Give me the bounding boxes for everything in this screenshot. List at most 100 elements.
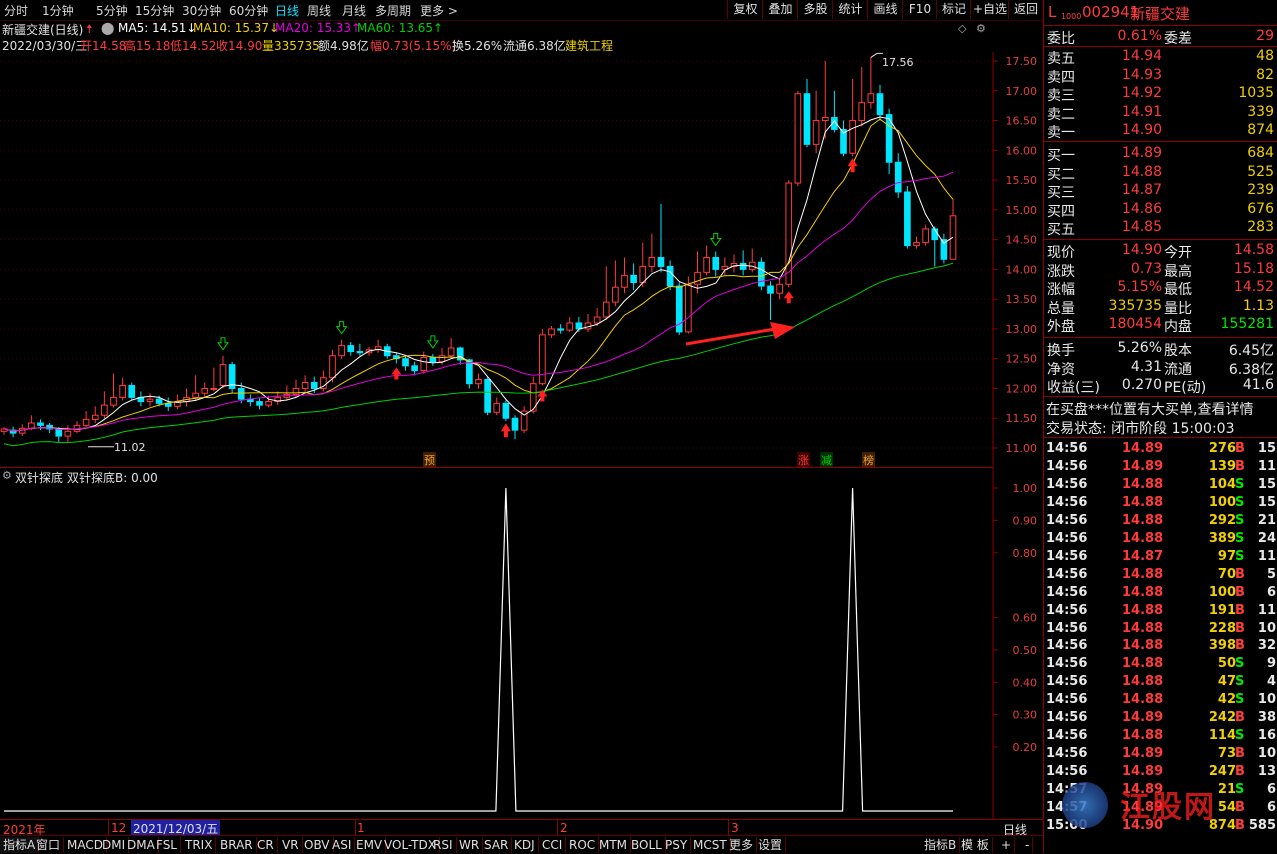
ask-price: 14.92 (1121, 85, 1162, 102)
tick-time: 14:56 (1046, 620, 1088, 636)
tab-rsi[interactable]: RSI (430, 837, 457, 853)
candle-body (894, 161, 902, 193)
tick-price: 14.88 (1122, 638, 1164, 654)
fundamental-row: 收益(三) 0.270 PE(动) 41.6 (1044, 377, 1277, 397)
period-multi[interactable]: 多周期 (375, 2, 411, 19)
tick-count: 32 (1257, 638, 1276, 654)
tick-count: 585 (1248, 817, 1276, 833)
tick-price: 14.88 (1122, 692, 1164, 708)
tab-mtm[interactable]: MTM (596, 837, 632, 853)
tab-wr[interactable]: WR (456, 837, 484, 853)
tick-row: 14:56 14.88 104 S 15 (1044, 476, 1277, 494)
period-30min[interactable]: 30分钟 (182, 2, 221, 19)
zoom-out-button[interactable]: - (1022, 837, 1034, 853)
tick-price: 14.88 (1122, 602, 1164, 618)
candle-body (128, 384, 136, 398)
date-axis-feb: 2 (560, 821, 568, 835)
fund-label: 收益(三) (1047, 380, 1100, 397)
period-fenshi[interactable]: 分时 (4, 2, 28, 19)
pin-icon[interactable]: ◇ (958, 22, 966, 35)
candle-body (703, 256, 710, 273)
candle-body (502, 402, 510, 419)
tick-volume: 389 (1208, 530, 1236, 546)
tab-window[interactable]: 窗口 (33, 837, 65, 853)
fund-value-2: 6.38亿 (1228, 361, 1274, 378)
ask-price: 14.90 (1121, 122, 1162, 139)
tab-更多[interactable]: 更多 (726, 837, 758, 853)
multi-stock-button[interactable]: 多股 (797, 0, 833, 19)
period-weekly[interactable]: 周线 (307, 2, 331, 19)
candlestick-chart[interactable]: 17.50 17.00 16.50 16.00 15.50 15.00 14.50 14.00… (0, 52, 1043, 467)
weicha-value: 29 (1256, 28, 1274, 44)
tab-brar[interactable]: BRAR (217, 837, 257, 853)
event-tag-reduce[interactable]: 减 (820, 452, 833, 468)
tab-trix[interactable]: TRIX (182, 837, 217, 853)
tick-row: 14:56 14.89 276 B 15 (1044, 440, 1277, 458)
candle-body (630, 274, 637, 283)
add-watchlist-button[interactable]: +自选 (970, 0, 1009, 19)
candle-body (812, 120, 820, 145)
quote-label: 总量 (1047, 300, 1075, 317)
tab-roc[interactable]: ROC (566, 837, 600, 853)
quote-value-2: 14.58 (1233, 242, 1274, 258)
mark-button[interactable]: 标记 (936, 0, 971, 19)
candle-body (858, 102, 866, 122)
bid-label: 买一 (1047, 148, 1075, 164)
tab-vr[interactable]: VR (279, 837, 303, 853)
period-5min[interactable]: 5分钟 (96, 2, 128, 19)
overlay-button[interactable]: 叠加 (762, 0, 798, 19)
bid-row: 买二 14.88 525 (1044, 163, 1277, 183)
tab-indicator-b[interactable]: 指标B (921, 837, 961, 853)
tab-asi[interactable]: ASI (329, 837, 356, 853)
candle-body (64, 430, 72, 437)
tab-cci[interactable]: CCI (539, 837, 567, 853)
period-more[interactable]: 更多 > (420, 2, 458, 19)
period-monthly[interactable]: 月线 (342, 2, 366, 19)
tick-volume: 247 (1208, 764, 1236, 780)
fund-value: 5.26% (1117, 340, 1162, 356)
settings-icon[interactable]: ⚙ (976, 22, 986, 35)
big-order-notice[interactable]: 在买盘***位置有大买单,查看详情 (1046, 399, 1253, 419)
tick-count: 13 (1257, 764, 1276, 780)
bid-label: 买二 (1047, 166, 1075, 183)
tick-time: 14:56 (1046, 441, 1088, 456)
tick-count: 11 (1257, 602, 1276, 618)
tab-fsl[interactable]: FSL (153, 837, 181, 853)
tab-cr[interactable]: CR (254, 837, 278, 853)
f10-button[interactable]: F10 (902, 0, 937, 19)
candle-body (776, 283, 783, 294)
tab-psy[interactable]: PSY (662, 837, 692, 853)
tab-mcst[interactable]: MCST (690, 837, 731, 853)
dropdown-icon[interactable]: ⬤ (101, 21, 114, 35)
date-axis-dec: 12 (111, 821, 127, 835)
draw-line-button[interactable]: 画线 (867, 0, 903, 19)
event-tag-forecast[interactable]: 预 (423, 452, 436, 468)
tab-kdj[interactable]: KDJ (511, 837, 539, 853)
bid-price: 14.88 (1121, 163, 1162, 180)
tab-template[interactable]: 模 板 (958, 837, 993, 853)
period-15min[interactable]: 15分钟 (135, 2, 174, 19)
event-tag-list[interactable]: 榜 (862, 452, 875, 468)
tab-设置[interactable]: 设置 (755, 837, 787, 853)
candle-body (347, 345, 355, 353)
event-tag-rise[interactable]: 涨 (797, 452, 810, 468)
tab-sar[interactable]: SAR (481, 837, 513, 853)
tick-side: S (1235, 674, 1245, 690)
back-button[interactable]: 返回 (1008, 0, 1043, 19)
adjust-button[interactable]: 复权 (727, 0, 763, 19)
indicator-chart[interactable]: 1.00 0.90 0.80 0.60 0.50 0.40 0.30 0.20 (0, 467, 1043, 819)
tick-time: 14:56 (1046, 476, 1088, 492)
tick-count: 6 (1266, 782, 1276, 798)
zoom-in-button[interactable]: + (998, 837, 1016, 853)
ask-label: 卖五 (1047, 51, 1075, 67)
period-1min[interactable]: 1分钟 (42, 2, 74, 19)
quote-value-2: 1.13 (1242, 297, 1274, 314)
period-60min[interactable]: 60分钟 (229, 2, 268, 19)
tab-boll[interactable]: BOLL (628, 837, 666, 853)
ask-volume: 874 (1247, 122, 1274, 139)
tick-count: 9 (1266, 656, 1276, 672)
price-axis-label: 15.50 (1006, 174, 1038, 187)
period-daily[interactable]: 日线 (275, 2, 299, 19)
stats-button[interactable]: 统计 (832, 0, 868, 19)
tick-side: B (1235, 746, 1245, 762)
